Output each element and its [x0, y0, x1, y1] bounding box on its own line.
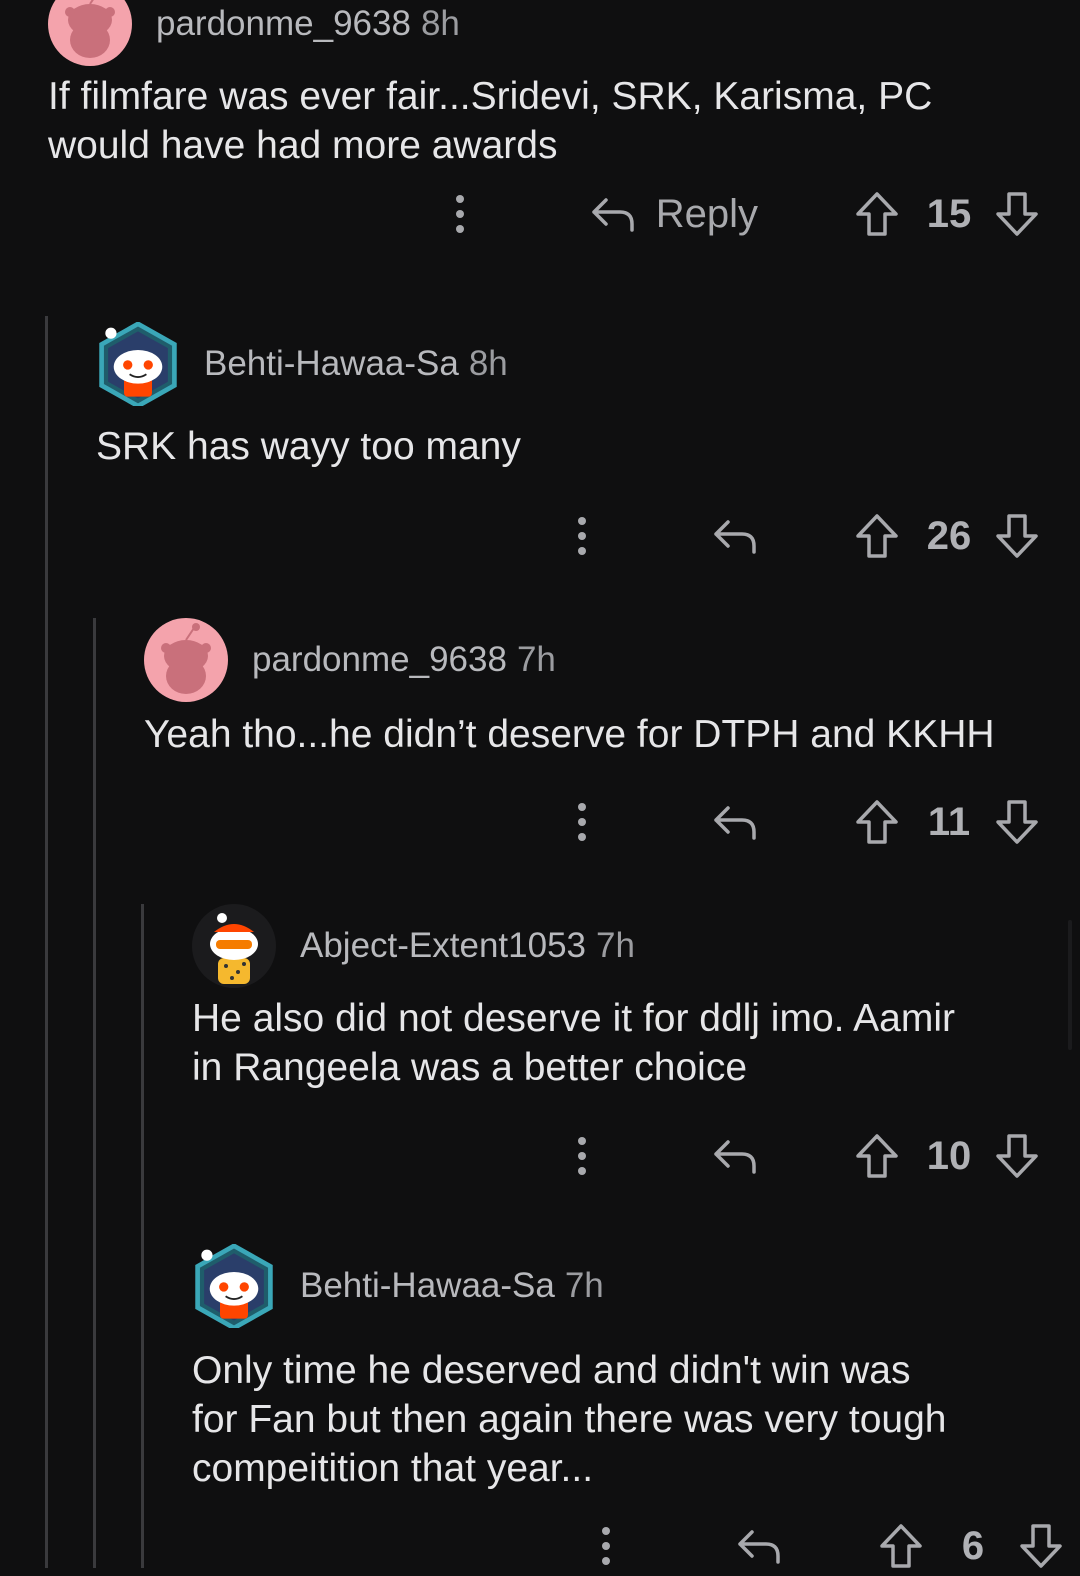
reply-arrow-icon — [714, 806, 756, 840]
comment-meta: pardonme_9638 8h — [156, 4, 460, 44]
more-options-button[interactable] — [572, 1130, 592, 1182]
timestamp: 7h — [596, 926, 635, 965]
comment: pardonme_9638 8h If filmfare was ever fai… — [48, 0, 1040, 282]
downvote-button[interactable] — [994, 798, 1040, 846]
upvote-button[interactable] — [854, 1132, 900, 1180]
avatar[interactable] — [192, 904, 276, 988]
avatar[interactable] — [96, 322, 180, 406]
username[interactable]: pardonme_9638 — [156, 4, 411, 43]
comment-text: If filmfare was ever fair...Sridevi, SRK… — [48, 75, 933, 167]
downvote-arrow-icon — [996, 514, 1038, 558]
comment-meta: Behti-Hawaa-Sa 7h — [300, 1266, 604, 1306]
reply-arrow-icon — [738, 1530, 780, 1564]
reply-button[interactable] — [712, 516, 758, 556]
downvote-arrow-icon — [996, 192, 1038, 236]
kebab-menu-icon — [455, 195, 464, 233]
pink-snoo-avatar — [48, 0, 132, 66]
comment-text: Yeah tho...he didn’t deserve for DTPH an… — [144, 713, 995, 756]
reply-button[interactable]: Reply — [590, 192, 758, 237]
username[interactable]: pardonme_9638 — [252, 640, 507, 679]
comment-header: pardonme_9638 8h — [48, 0, 460, 66]
comment-meta: Behti-Hawaa-Sa 8h — [204, 344, 508, 384]
thread-line-depth-2[interactable] — [93, 618, 96, 1568]
avatar[interactable] — [144, 618, 228, 702]
more-options-button[interactable] — [572, 510, 592, 562]
comment-actions: 11 — [572, 792, 1040, 852]
upvote-arrow-icon — [856, 800, 898, 844]
hex-snoo-avatar — [195, 1244, 273, 1328]
vote-score: 6 — [961, 1523, 985, 1568]
comment-header: Behti-Hawaa-Sa 7h — [192, 1244, 604, 1328]
comment-actions: 26 — [572, 506, 1040, 566]
username[interactable]: Abject-Extent1053 — [300, 926, 586, 965]
timestamp: 8h — [420, 4, 460, 43]
upvote-button[interactable] — [854, 512, 900, 560]
comment-meta: pardonme_9638 7h — [252, 640, 556, 680]
downvote-button[interactable] — [994, 190, 1040, 238]
comment-actions: 10 — [572, 1126, 1040, 1186]
reply-button[interactable] — [736, 1526, 782, 1566]
reply-label: Reply — [655, 191, 758, 236]
kebab-menu-icon — [602, 1527, 610, 1565]
vote-score: 26 — [926, 513, 972, 558]
upvote-arrow-icon — [856, 1134, 898, 1178]
timestamp: 7h — [516, 640, 556, 679]
comment-actions: 6 — [596, 1516, 1064, 1576]
upvote-arrow-icon — [880, 1524, 922, 1568]
username[interactable]: Behti-Hawaa-Sa — [204, 344, 459, 383]
more-options-button[interactable] — [450, 188, 470, 240]
vote-score: 11 — [927, 799, 971, 844]
comment-header: Abject-Extent1053 7h — [192, 904, 635, 988]
vote-score: 15 — [926, 191, 972, 236]
upvote-arrow-icon — [856, 192, 898, 236]
comment-header: Behti-Hawaa-Sa 8h — [96, 322, 508, 406]
vote-score: 10 — [926, 1133, 972, 1178]
thread-line-depth-1[interactable] — [45, 316, 48, 1568]
downvote-button[interactable] — [994, 512, 1040, 560]
reply-arrow-icon — [714, 520, 756, 554]
reply-button[interactable] — [712, 802, 758, 842]
timestamp: 8h — [468, 344, 508, 383]
comment-text: SRK has wayy too many — [96, 425, 521, 468]
upvote-button[interactable] — [854, 798, 900, 846]
comment: Behti-Hawaa-Sa 8h SRK has wayy too many 2… — [96, 322, 1040, 572]
downvote-arrow-icon — [996, 800, 1038, 844]
upvote-button[interactable] — [878, 1522, 924, 1570]
username[interactable]: Behti-Hawaa-Sa — [300, 1266, 555, 1305]
sunglasses-snoo-avatar — [192, 904, 276, 988]
comment: pardonme_9638 7h Yeah tho...he didn’t des… — [144, 618, 1040, 868]
comment-header: pardonme_9638 7h — [144, 618, 556, 702]
upvote-arrow-icon — [856, 514, 898, 558]
downvote-arrow-icon — [996, 1134, 1038, 1178]
kebab-menu-icon — [578, 517, 586, 555]
avatar[interactable] — [48, 0, 132, 66]
downvote-arrow-icon — [1020, 1524, 1062, 1568]
kebab-menu-icon — [578, 1137, 586, 1175]
more-options-button[interactable] — [572, 796, 592, 848]
downvote-button[interactable] — [1018, 1522, 1064, 1570]
upvote-button[interactable] — [854, 190, 900, 238]
avatar[interactable] — [192, 1244, 276, 1328]
reply-arrow-icon — [591, 198, 634, 232]
reply-button[interactable] — [712, 1136, 758, 1176]
timestamp: 7h — [564, 1266, 604, 1305]
scrollbar[interactable] — [1068, 920, 1072, 1050]
thread-line-depth-3[interactable] — [141, 904, 144, 1568]
hex-snoo-avatar — [99, 322, 177, 406]
comment-meta: Abject-Extent1053 7h — [300, 926, 635, 966]
reply-arrow-icon — [714, 1140, 756, 1174]
more-options-button[interactable] — [596, 1520, 616, 1572]
pink-snoo-avatar — [144, 618, 228, 702]
comment-actions: Reply 15 — [450, 184, 1040, 244]
comment: Behti-Hawaa-Sa 7h Only time he deserved a… — [192, 1244, 1062, 1568]
kebab-menu-icon — [578, 803, 586, 841]
comment: Abject-Extent1053 7h He also did not dese… — [192, 904, 1040, 1184]
comment-text: Only time he deserved and didn't win was… — [192, 1349, 947, 1490]
downvote-button[interactable] — [994, 1132, 1040, 1180]
comment-text: He also did not deserve it for ddlj imo.… — [192, 997, 956, 1089]
